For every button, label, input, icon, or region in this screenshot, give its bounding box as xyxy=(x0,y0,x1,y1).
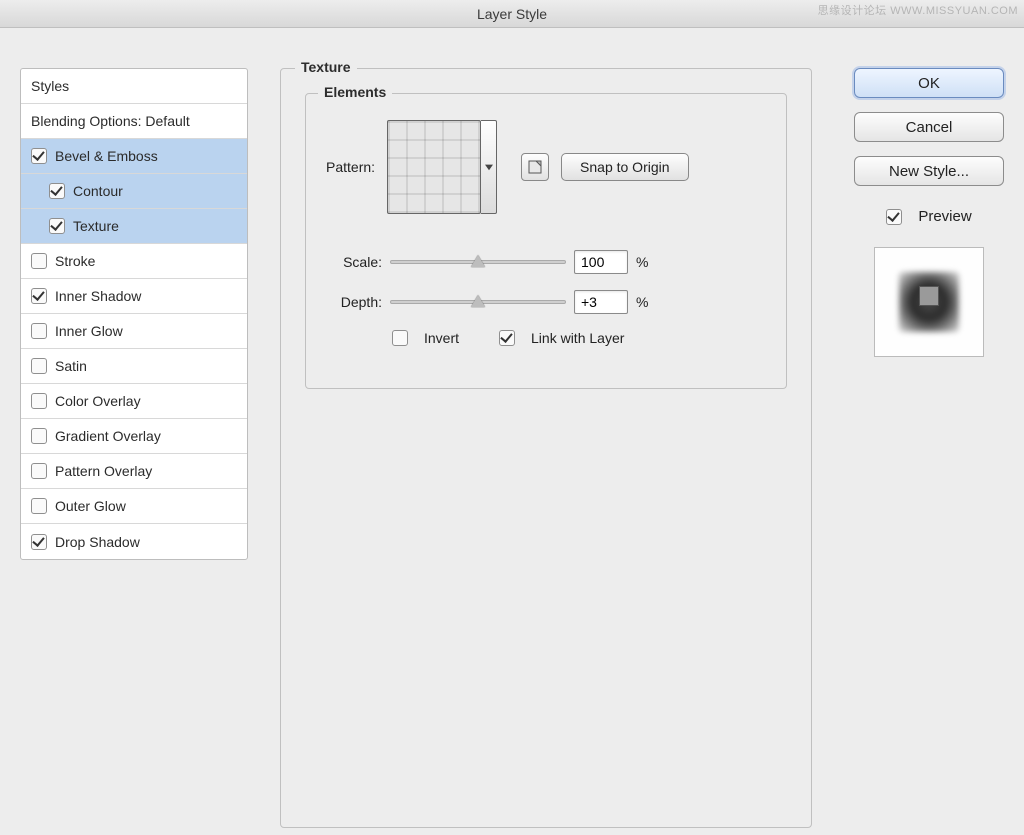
style-label: Satin xyxy=(55,358,87,374)
scale-unit: % xyxy=(636,254,648,270)
texture-panel: Texture Elements Pattern: xyxy=(280,68,812,828)
snap-to-origin-button[interactable]: Snap to Origin xyxy=(561,153,689,181)
checkbox-icon[interactable] xyxy=(31,358,47,374)
new-style-button[interactable]: New Style... xyxy=(854,156,1004,186)
style-drop-shadow[interactable]: Drop Shadow xyxy=(21,524,247,559)
checkbox-icon[interactable] xyxy=(49,218,65,234)
link-with-layer-check[interactable]: Link with Layer xyxy=(499,330,624,346)
scale-input[interactable] xyxy=(574,250,628,274)
pattern-row: Pattern: Snap to Origin xyxy=(326,120,776,214)
depth-slider[interactable] xyxy=(390,300,566,304)
checkbox-icon[interactable] xyxy=(31,463,47,479)
slider-thumb-icon[interactable] xyxy=(471,255,485,267)
checkbox-icon[interactable] xyxy=(31,288,47,304)
elements-title: Elements xyxy=(318,84,392,100)
style-color-overlay[interactable]: Color Overlay xyxy=(21,384,247,419)
checkbox-icon[interactable] xyxy=(31,253,47,269)
pattern-dropdown-button[interactable] xyxy=(481,120,497,214)
depth-row: Depth: % xyxy=(326,290,776,314)
checkbox-icon[interactable] xyxy=(31,148,47,164)
preview-thumbnail xyxy=(874,247,984,357)
ok-button[interactable]: OK xyxy=(854,68,1004,98)
window-title: Layer Style xyxy=(477,6,547,22)
cancel-button[interactable]: Cancel xyxy=(854,112,1004,142)
style-inner-glow[interactable]: Inner Glow xyxy=(21,314,247,349)
checkbox-icon[interactable] xyxy=(31,534,47,550)
watermark-text: 思缘设计论坛 WWW.MISSYUAN.COM xyxy=(818,2,1018,18)
style-gradient-overlay[interactable]: Gradient Overlay xyxy=(21,419,247,454)
page-corner-icon xyxy=(528,160,542,174)
style-inner-shadow[interactable]: Inner Shadow xyxy=(21,279,247,314)
style-outer-glow[interactable]: Outer Glow xyxy=(21,489,247,524)
texture-checks-row: Invert Link with Layer xyxy=(392,330,624,346)
styles-panel: Styles Blending Options: Default Bevel &… xyxy=(20,68,248,560)
pattern-swatch xyxy=(387,120,481,214)
style-contour[interactable]: Contour xyxy=(21,174,247,209)
preview-check[interactable]: Preview xyxy=(886,208,971,225)
style-texture[interactable]: Texture xyxy=(21,209,247,244)
checkbox-icon[interactable] xyxy=(31,498,47,514)
new-style-label: New Style... xyxy=(889,163,969,180)
checkbox-icon[interactable] xyxy=(31,428,47,444)
pattern-picker[interactable] xyxy=(387,120,497,214)
style-label: Inner Shadow xyxy=(55,288,141,304)
depth-input[interactable] xyxy=(574,290,628,314)
checkbox-icon[interactable] xyxy=(49,183,65,199)
elements-group: Elements Pattern: Snap to Origin xyxy=(305,93,787,389)
style-bevel-emboss[interactable]: Bevel & Emboss xyxy=(21,139,247,174)
checkbox-icon[interactable] xyxy=(31,323,47,339)
style-label: Contour xyxy=(73,183,123,199)
depth-unit: % xyxy=(636,294,648,310)
dialog-body: Styles Blending Options: Default Bevel &… xyxy=(0,28,1024,835)
link-label: Link with Layer xyxy=(531,330,624,346)
right-buttons: OK Cancel New Style... Preview xyxy=(854,68,1004,357)
checkbox-icon[interactable] xyxy=(392,330,408,346)
blending-options-row[interactable]: Blending Options: Default xyxy=(21,104,247,139)
style-stroke[interactable]: Stroke xyxy=(21,244,247,279)
styles-header-label: Styles xyxy=(31,78,69,94)
style-satin[interactable]: Satin xyxy=(21,349,247,384)
style-pattern-overlay[interactable]: Pattern Overlay xyxy=(21,454,247,489)
checkbox-icon[interactable] xyxy=(499,330,515,346)
pattern-label: Pattern: xyxy=(326,159,375,175)
invert-check[interactable]: Invert xyxy=(392,330,459,346)
style-label: Drop Shadow xyxy=(55,534,140,550)
styles-header[interactable]: Styles xyxy=(21,69,247,104)
style-label: Bevel & Emboss xyxy=(55,148,158,164)
checkbox-icon[interactable] xyxy=(31,393,47,409)
scale-row: Scale: % xyxy=(326,250,776,274)
style-label: Texture xyxy=(73,218,119,234)
preview-label: Preview xyxy=(918,208,971,225)
slider-thumb-icon[interactable] xyxy=(471,295,485,307)
style-label: Stroke xyxy=(55,253,95,269)
snap-label: Snap to Origin xyxy=(580,159,670,175)
invert-label: Invert xyxy=(424,330,459,346)
texture-title: Texture xyxy=(295,59,357,75)
checkbox-icon[interactable] xyxy=(886,209,902,225)
cancel-label: Cancel xyxy=(906,119,953,136)
scale-label: Scale: xyxy=(326,254,382,270)
blending-options-label: Blending Options: Default xyxy=(31,113,190,129)
style-label: Gradient Overlay xyxy=(55,428,161,444)
ok-label: OK xyxy=(918,75,940,92)
new-preset-button[interactable] xyxy=(521,153,549,181)
style-label: Color Overlay xyxy=(55,393,141,409)
style-label: Outer Glow xyxy=(55,498,126,514)
style-label: Pattern Overlay xyxy=(55,463,152,479)
style-label: Inner Glow xyxy=(55,323,123,339)
depth-label: Depth: xyxy=(326,294,382,310)
preview-graphic xyxy=(919,286,939,306)
scale-slider[interactable] xyxy=(390,260,566,264)
